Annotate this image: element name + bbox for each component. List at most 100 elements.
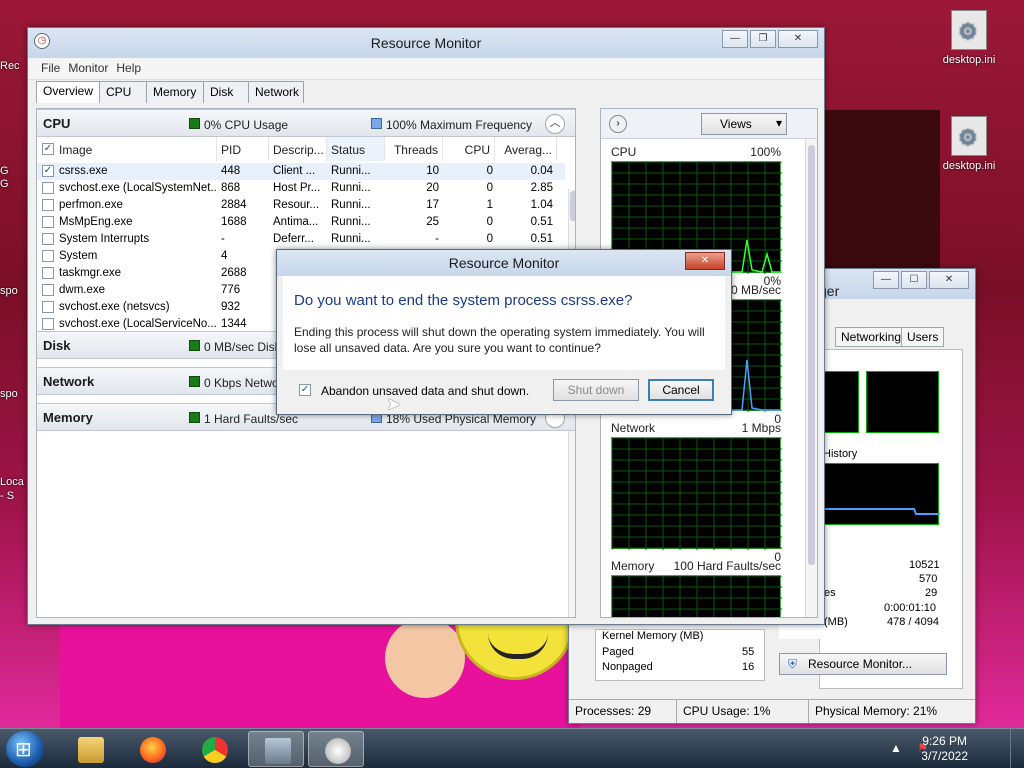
desktop-icon-stub[interactable]: Rec — [0, 60, 30, 72]
minimize-button[interactable]: — — [722, 30, 748, 48]
cell-image: svchost.exe (LocalSystemNet... — [59, 182, 217, 194]
cell-pid: 4 — [221, 250, 228, 262]
graph-max-1: 0 MB/sec — [730, 283, 781, 297]
row-checkbox[interactable] — [42, 233, 54, 245]
cell-avg: 1.04 — [530, 199, 553, 211]
collapse-icon[interactable]: ︿ — [545, 114, 565, 134]
cell-cpu: 0 — [486, 216, 493, 228]
resource-monitor-titlebar[interactable]: ◷ Resource Monitor — ❐ ✕ — [28, 28, 824, 58]
column-threads[interactable]: Threads — [385, 137, 443, 161]
table-row[interactable]: MsMpEng.exe 1688 Antima... Runni... 25 0 0.51 — [37, 214, 565, 231]
row-checkbox[interactable] — [42, 318, 54, 330]
cell-cpu: 0 — [486, 165, 493, 177]
cell-threads: 20 — [426, 182, 439, 194]
cell-desc: Host Pr... — [273, 182, 321, 194]
abandon-data-checkbox[interactable]: ✓ — [299, 384, 311, 396]
table-row[interactable]: perfmon.exe 2884 Resour... Runni... 17 1 1.04 — [37, 197, 565, 214]
taskbar: ▲ ⚑ 9:26 PM 3/7/2022 — [0, 728, 1024, 768]
taskbar-resource-monitor[interactable] — [308, 731, 364, 767]
taskbar-explorer[interactable] — [62, 731, 118, 767]
row-checkbox[interactable] — [42, 284, 54, 296]
cancel-button[interactable]: Cancel — [648, 379, 714, 401]
cpu-usage-graph — [823, 371, 859, 433]
menu-monitor[interactable]: Monitor — [65, 61, 111, 76]
column-image[interactable]: ✓ Image — [37, 137, 217, 161]
start-button[interactable] — [6, 731, 44, 767]
column-pid[interactable]: PID — [217, 137, 269, 161]
views-dropdown[interactable]: Views — [701, 113, 787, 135]
cell-image: svchost.exe (netsvcs) — [59, 301, 170, 313]
clock[interactable]: 9:26 PM 3/7/2022 — [921, 734, 968, 764]
tab-disk[interactable]: Disk — [203, 81, 250, 103]
tab-cpu[interactable]: CPU — [99, 81, 148, 103]
table-row[interactable]: System Interrupts - Deferr... Runni... - 0 0.5… — [37, 231, 565, 248]
row-checkbox[interactable] — [42, 199, 54, 211]
column-cpu[interactable]: CPU — [443, 137, 495, 161]
close-button[interactable]: ✕ — [685, 252, 725, 270]
cell-threads: 10 — [426, 165, 439, 177]
column-status[interactable]: Status — [327, 137, 385, 161]
kernel-nonpaged-label: Nonpaged — [602, 661, 653, 673]
stat-processes: 29 — [925, 587, 938, 599]
row-checkbox[interactable] — [42, 182, 54, 194]
cell-pid: 776 — [221, 284, 241, 296]
task-manager-status-bar: Processes: 29 CPU Usage: 1% Physical Mem… — [569, 699, 975, 723]
minimize-button[interactable]: — — [873, 271, 899, 289]
settings-file-icon — [951, 10, 987, 50]
column-description[interactable]: Descrip... — [269, 137, 327, 161]
maximize-button[interactable]: ☐ — [901, 271, 927, 289]
taskbar-firefox[interactable] — [124, 731, 180, 767]
cell-status: Runni... — [331, 165, 371, 177]
chevron-right-icon[interactable]: › — [609, 115, 627, 133]
tab-memory[interactable]: Memory — [146, 81, 205, 103]
select-all-checkbox[interactable]: ✓ — [42, 143, 54, 155]
show-desktop-button[interactable] — [1010, 729, 1024, 768]
abandon-data-label[interactable]: Abandon unsaved data and shut down. — [321, 384, 529, 398]
mouse-pointer-icon: ➤ — [386, 394, 402, 414]
maximize-button[interactable]: ❐ — [750, 30, 776, 48]
row-checkbox[interactable]: ✓ — [42, 165, 54, 177]
desktop-icon-stub[interactable]: spo — [0, 285, 30, 297]
taskbar-task-manager[interactable] — [248, 731, 304, 767]
row-checkbox[interactable] — [42, 250, 54, 262]
cell-cpu: 0 — [486, 233, 493, 245]
taskbar-chrome[interactable] — [186, 731, 242, 767]
desktop-icon-stub[interactable]: Loca — [0, 476, 30, 488]
close-button[interactable]: ✕ — [929, 271, 969, 289]
menu-help[interactable]: Help — [113, 61, 144, 76]
cell-avg: 2.85 — [530, 182, 553, 194]
cell-image: svchost.exe (LocalServiceNo... — [59, 318, 217, 330]
desktop-icon-stub[interactable]: - S — [0, 490, 30, 502]
end-process-dialog[interactable]: Resource Monitor ✕ Do you want to end th… — [276, 249, 732, 415]
row-checkbox[interactable] — [42, 301, 54, 313]
desktop-icon-stub[interactable]: G — [0, 178, 30, 190]
desktop-icon-stub[interactable]: spo — [0, 388, 30, 400]
cell-image: perfmon.exe — [59, 199, 123, 211]
desktop-icon-stub[interactable]: G — [0, 165, 30, 177]
desktop-icon-desktop-ini-1[interactable]: desktop.ini — [934, 10, 1004, 66]
cell-avg: 0.51 — [530, 216, 553, 228]
cpu-section-header[interactable]: CPU 0% CPU Usage 100% Maximum Frequency … — [37, 109, 575, 137]
dialog-title: Resource Monitor — [448, 255, 560, 271]
resource-monitor-button[interactable]: ⛨ Resource Monitor... — [779, 653, 947, 675]
tab-networking[interactable]: Networking — [835, 327, 908, 347]
shut-down-button[interactable]: Shut down — [553, 379, 639, 401]
table-row[interactable]: svchost.exe (LocalSystemNet... 868 Host Pr… — [37, 180, 565, 197]
desktop-icon-desktop-ini-2[interactable]: desktop.ini — [934, 116, 1004, 172]
dialog-titlebar[interactable]: Resource Monitor ✕ — [277, 250, 731, 276]
tab-overview[interactable]: Overview — [36, 81, 101, 103]
cell-image: taskmgr.exe — [59, 267, 121, 279]
cell-pid: 448 — [221, 165, 241, 177]
tab-users[interactable]: Users — [901, 327, 945, 347]
menu-file[interactable]: File — [38, 61, 63, 76]
graph-panel-scrollbar[interactable] — [805, 139, 817, 617]
task-manager-icon — [265, 738, 291, 764]
row-checkbox[interactable] — [42, 216, 54, 228]
close-button[interactable]: ✕ — [778, 30, 818, 48]
tab-network[interactable]: Network — [248, 81, 305, 103]
column-average-cpu[interactable]: Averag... — [495, 137, 557, 161]
show-hidden-icons[interactable]: ▲ — [890, 741, 902, 755]
row-checkbox[interactable] — [42, 267, 54, 279]
table-row[interactable]: ✓ csrss.exe 448 Client ... Runni... 10 0 0.04 — [37, 163, 565, 180]
cpu-section-title: CPU — [43, 116, 71, 131]
